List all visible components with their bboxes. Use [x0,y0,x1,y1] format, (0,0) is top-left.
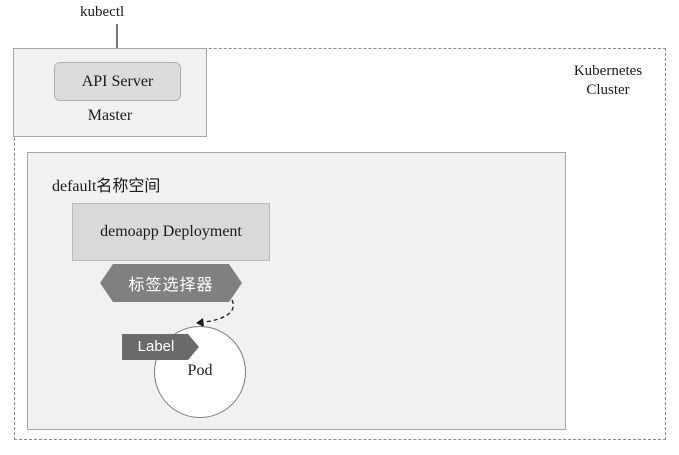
label-tag-text: Label [137,338,175,355]
label-tag-graphics [122,334,199,360]
